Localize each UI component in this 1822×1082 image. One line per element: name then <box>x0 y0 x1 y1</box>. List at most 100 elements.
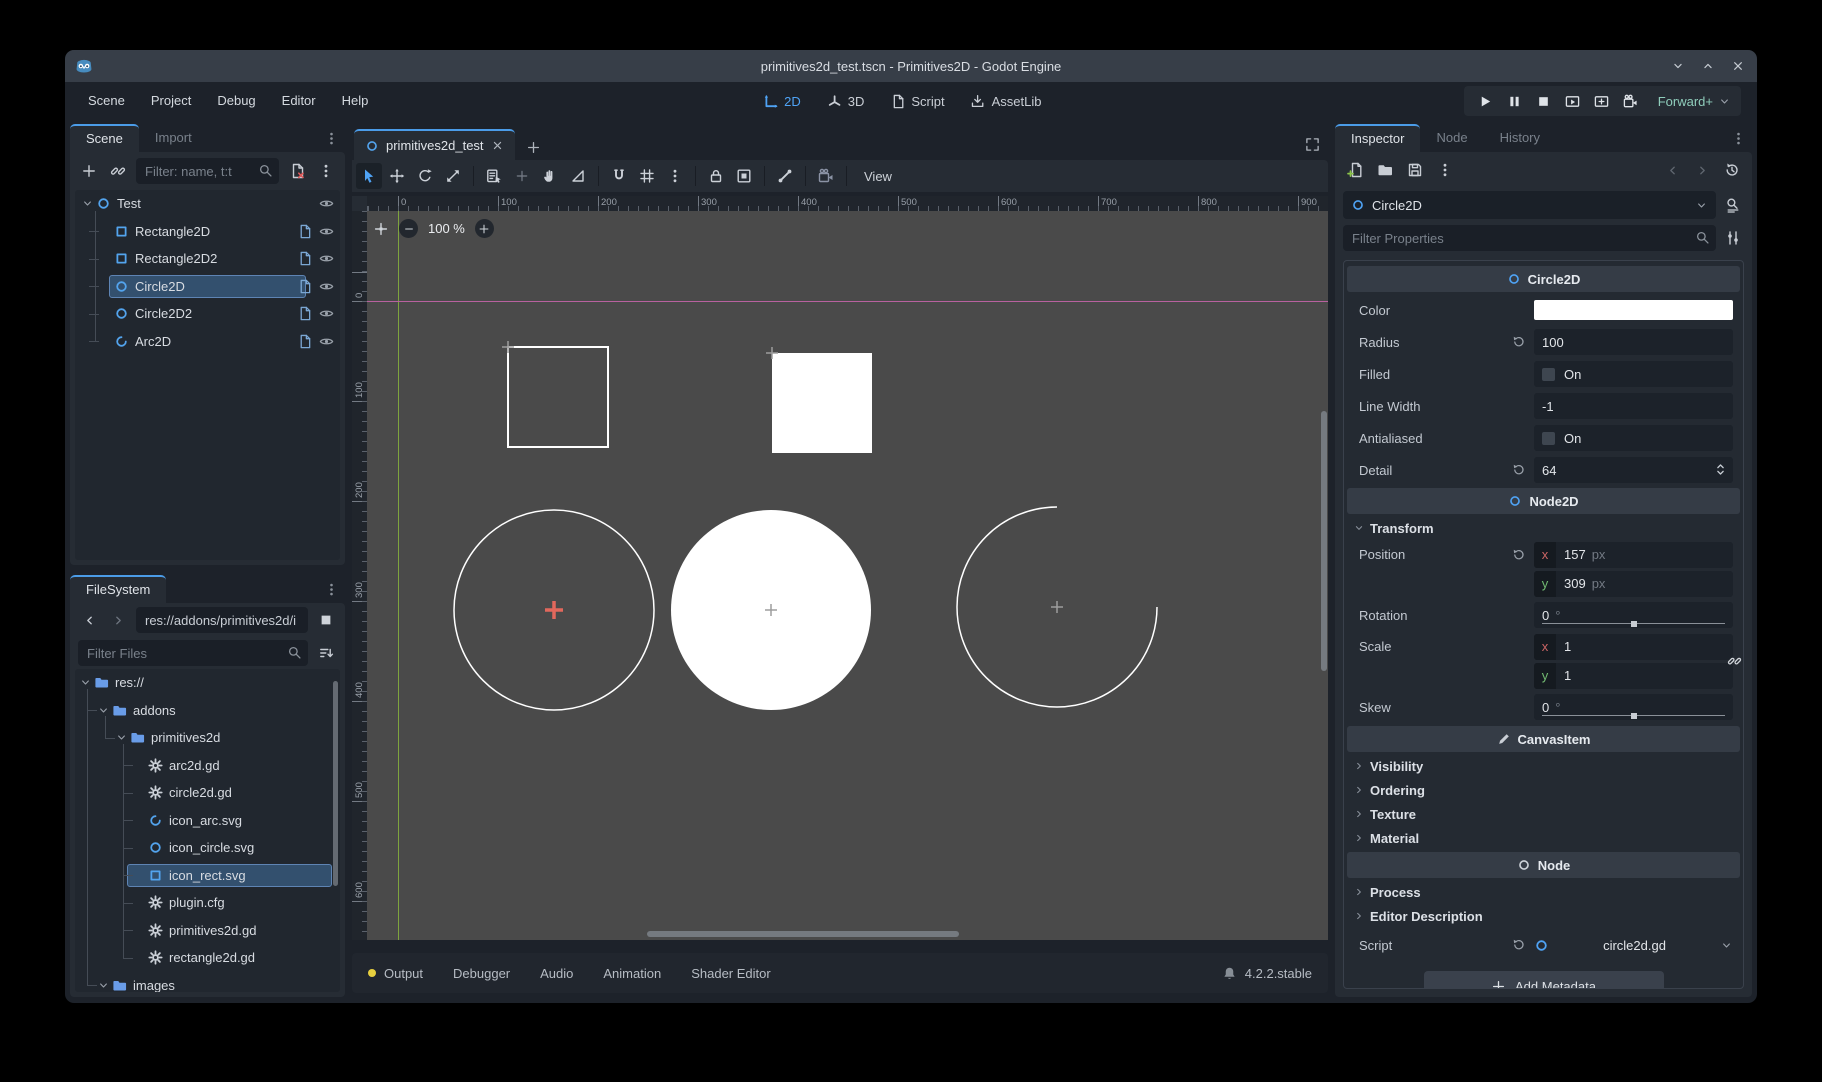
attached-script-icon[interactable] <box>297 334 312 349</box>
bottom-tab-animation[interactable]: Animation <box>603 966 661 981</box>
resource-options-icon[interactable] <box>1434 159 1456 181</box>
play-scene-button[interactable] <box>1561 89 1585 113</box>
checkbox[interactable] <box>1542 432 1555 445</box>
tab-history[interactable]: History <box>1484 124 1556 152</box>
close-icon[interactable] <box>1731 59 1745 73</box>
scene-node-test[interactable]: Test <box>75 190 340 218</box>
rectangle2d-outline[interactable] <box>508 347 608 447</box>
load-resource-button[interactable] <box>1374 159 1396 181</box>
menu-editor[interactable]: Editor <box>269 82 329 120</box>
grid-snap-toggle-icon[interactable] <box>634 163 660 189</box>
pause-button[interactable] <box>1503 89 1527 113</box>
center-view-icon[interactable] <box>373 221 389 237</box>
spinner-icon[interactable] <box>1713 462 1728 477</box>
scene-node-circle2d2[interactable]: Circle2D2 <box>75 300 340 328</box>
value-field[interactable]: 100 <box>1534 329 1733 355</box>
skeleton-options-icon[interactable] <box>772 163 798 189</box>
scene-node-circle2d[interactable]: Circle2D <box>75 273 340 301</box>
menu-scene[interactable]: Scene <box>75 82 138 120</box>
tree-chevron-icon[interactable] <box>79 676 92 689</box>
revert-icon[interactable] <box>1512 463 1526 477</box>
movie-maker-button[interactable] <box>1619 89 1643 113</box>
group-process[interactable]: Process <box>1347 880 1740 904</box>
visibility-eye-icon[interactable] <box>319 306 334 321</box>
property-tools-icon[interactable] <box>1722 227 1744 249</box>
file-sort-icon[interactable] <box>315 642 337 664</box>
tree-scrollbar[interactable] <box>333 681 338 886</box>
group-transform[interactable]: Transform <box>1347 516 1740 540</box>
scene-node-rectangle2d[interactable]: Rectangle2D <box>75 218 340 246</box>
canvas[interactable]: 100 % <box>367 211 1328 940</box>
play-custom-scene-button[interactable] <box>1590 89 1614 113</box>
value-field[interactable]: -1 <box>1534 393 1733 419</box>
file-res-[interactable]: res:// <box>75 669 340 697</box>
value-field[interactable]: 64 <box>1534 457 1733 483</box>
file-icon-circle-svg[interactable]: icon_circle.svg <box>75 834 340 862</box>
menu-help[interactable]: Help <box>329 82 382 120</box>
history-forward-icon[interactable] <box>1691 159 1713 181</box>
workspace-assetlib[interactable]: AssetLib <box>965 94 1048 109</box>
stop-button[interactable] <box>1532 89 1556 113</box>
rectangle2d2-filled[interactable] <box>772 353 872 453</box>
file-arc2d-gd[interactable]: arc2d.gd <box>75 752 340 780</box>
file-primitives2d[interactable]: primitives2d <box>75 724 340 752</box>
scene-node-arc2d[interactable]: Arc2D <box>75 328 340 356</box>
visibility-eye-icon[interactable] <box>319 251 334 266</box>
position-y-field[interactable]: y309px <box>1534 571 1733 597</box>
workspace-script[interactable]: Script <box>884 94 950 109</box>
attached-script-icon[interactable] <box>297 224 312 239</box>
file-icon-rect-svg[interactable]: icon_rect.svg <box>75 862 340 890</box>
file-images[interactable]: images <box>75 972 340 993</box>
position-x-field[interactable]: x157px <box>1534 542 1733 568</box>
menu-debug[interactable]: Debug <box>204 82 268 120</box>
detach-script-button[interactable] <box>286 160 308 182</box>
attached-script-icon[interactable] <box>297 251 312 266</box>
zoom-level[interactable]: 100 % <box>428 221 465 236</box>
select-tool-icon[interactable] <box>356 163 382 189</box>
scene-node-rectangle2d2[interactable]: Rectangle2D2 <box>75 245 340 273</box>
script-field[interactable]: circle2d.gd <box>1534 938 1733 953</box>
scale-y-field[interactable]: y1 <box>1534 663 1733 689</box>
tab-menu-icon[interactable] <box>1731 131 1746 146</box>
pan-tool-icon[interactable] <box>537 163 563 189</box>
tab-scene[interactable]: Scene <box>70 124 139 152</box>
file-rectangle2d-gd[interactable]: rectangle2d.gd <box>75 944 340 972</box>
object-selector[interactable]: Circle2D <box>1343 191 1716 219</box>
canvas-v-scrollbar[interactable] <box>1321 411 1327 671</box>
tree-chevron-icon[interactable] <box>81 197 94 210</box>
lock-node-icon[interactable] <box>703 163 729 189</box>
group-material[interactable]: Material <box>1347 826 1740 850</box>
file-primitives2d-gd[interactable]: primitives2d.gd <box>75 917 340 945</box>
add-metadata-button[interactable]: Add Metadata <box>1424 971 1664 989</box>
workspace-2d[interactable]: 2D <box>757 94 807 109</box>
tab-node[interactable]: Node <box>1420 124 1483 152</box>
bottom-tab-output[interactable]: Output <box>368 966 423 981</box>
nav-back-button[interactable] <box>78 609 100 631</box>
color-field[interactable] <box>1534 297 1733 323</box>
slider-handle[interactable] <box>1631 713 1637 719</box>
group-node-icon[interactable] <box>731 163 757 189</box>
attached-script-icon[interactable] <box>297 306 312 321</box>
link-scale-icon[interactable] <box>1727 654 1742 669</box>
rotate-tool-icon[interactable] <box>412 163 438 189</box>
ruler-tool-icon[interactable] <box>565 163 591 189</box>
move-tool-icon[interactable] <box>384 163 410 189</box>
visibility-eye-icon[interactable] <box>319 224 334 239</box>
expand-viewport-icon[interactable] <box>1305 137 1320 152</box>
maximize-icon[interactable] <box>1701 59 1715 73</box>
save-resource-button[interactable] <box>1404 159 1426 181</box>
history-back-icon[interactable] <box>1661 159 1683 181</box>
bottom-tab-audio[interactable]: Audio <box>540 966 573 981</box>
bottom-tab-debugger[interactable]: Debugger <box>453 966 510 981</box>
slider-handle[interactable] <box>1631 621 1637 627</box>
close-tab-icon[interactable] <box>491 139 504 152</box>
visibility-eye-icon[interactable] <box>319 196 334 211</box>
move-pivot-tool-icon[interactable] <box>509 163 535 189</box>
canvas-h-scrollbar[interactable] <box>647 931 959 937</box>
skew-field[interactable]: 0° <box>1534 694 1733 720</box>
nav-forward-button[interactable] <box>107 609 129 631</box>
attached-script-icon[interactable] <box>297 279 312 294</box>
camera-override-icon[interactable] <box>813 163 839 189</box>
file-circle2d-gd[interactable]: circle2d.gd <box>75 779 340 807</box>
scene-dock-menu-icon[interactable] <box>315 160 337 182</box>
